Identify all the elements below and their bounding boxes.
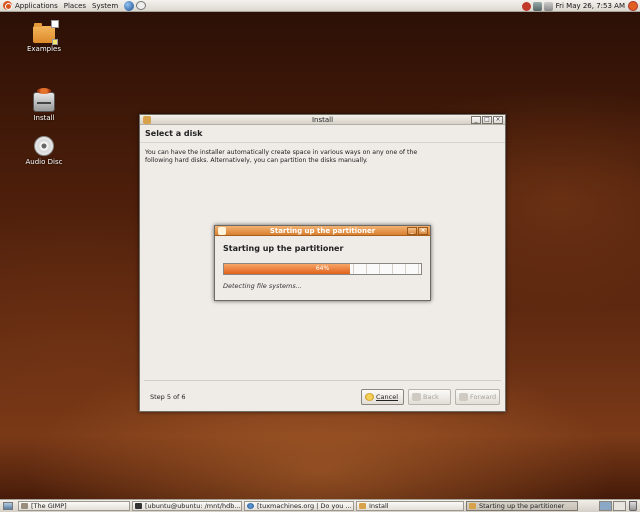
install-icon [359,503,366,509]
install-app-icon [143,116,151,124]
taskbar-item-terminal[interactable]: [ubuntu@ubuntu: /mnt/hdb... [132,501,242,511]
volume-icon[interactable] [543,1,553,11]
browser-icon [247,503,254,509]
trash-icon[interactable] [629,501,637,511]
gimp-icon [21,503,28,509]
desktop-icon-examples[interactable]: Examples [19,20,69,53]
forward-button-label: Forward [470,393,497,401]
dialog-close-button[interactable]: × [418,227,428,235]
terminal-icon [135,503,142,509]
menu-system[interactable]: System [92,2,118,10]
top-panel: Applications Places System Fri May 26, 7… [0,0,640,12]
cancel-button-label: Cancel [376,393,399,401]
update-notifier-icon[interactable] [521,1,531,11]
dialog-app-icon [218,227,226,235]
bottom-panel: [The GIMP] [ubuntu@ubuntu: /mnt/hdb... [… [0,499,640,512]
taskbar-item-label: [The GIMP] [31,502,67,510]
step-indicator: Step 5 of 6 [150,393,186,401]
dialog-titlebar[interactable]: Starting up the partitioner _ × [215,226,430,236]
taskbar-item-label: [tuxmachines.org | Do you ... [257,502,352,510]
back-button[interactable]: Back [408,389,451,405]
taskbar-item-browser[interactable]: [tuxmachines.org | Do you ... [244,501,354,511]
progress-percent-label: 64% [315,265,330,272]
install-window-titlebar[interactable]: Install _ □ × [140,115,505,125]
progress-bar: 64% [223,263,422,275]
desktop-icon-label: Examples [26,45,61,53]
desktop-icon-label: Audio Disc [25,158,63,166]
taskbar-item-label: Install [369,502,389,510]
taskbar-item-partitioner[interactable]: Starting up the partitioner [466,501,578,511]
workspace-2[interactable] [613,501,626,511]
folder-icon [33,20,59,45]
close-button[interactable]: × [493,116,503,124]
email-launcher-icon[interactable] [136,1,147,10]
network-icon[interactable] [532,1,542,11]
desktop-icon-audio-disc[interactable]: Audio Disc [19,136,69,166]
page-heading: Select a disk [140,125,505,143]
power-icon[interactable] [628,1,638,11]
forward-arrow-icon [459,393,468,401]
back-arrow-icon [412,393,421,401]
installer-icon [33,88,55,112]
page-description: You can have the installer automatically… [145,149,418,164]
clock[interactable]: Fri May 26, 7:53 AM [556,2,625,10]
maximize-button[interactable]: □ [482,116,492,124]
web-browser-launcher-icon[interactable] [124,0,135,11]
cancel-button[interactable]: Cancel [361,389,404,405]
audio-disc-icon [34,136,54,156]
workspace-1[interactable] [599,501,612,511]
forward-button[interactable]: Forward [455,389,500,405]
cancel-icon [365,393,374,401]
desktop-icon-install[interactable]: Install [19,88,69,122]
taskbar-item-label: [ubuntu@ubuntu: /mnt/hdb... [145,502,241,510]
taskbar-item-label: Starting up the partitioner [479,502,565,510]
workspace-switcher [598,501,637,511]
minimize-button[interactable]: _ [471,116,481,124]
partitioner-icon [469,503,476,509]
menu-places[interactable]: Places [64,2,86,10]
partitioner-dialog: Starting up the partitioner _ × Starting… [214,225,431,301]
taskbar-item-install[interactable]: Install [356,501,464,511]
back-button-label: Back [423,393,439,401]
system-tray: Fri May 26, 7:53 AM [520,0,638,12]
show-desktop-icon[interactable] [3,502,13,510]
footer-divider [144,380,501,381]
progress-status-text: Detecting file systems... [223,282,302,290]
window-title: Install [311,116,334,124]
dialog-minimize-button[interactable]: _ [407,227,417,235]
ubuntu-logo-icon[interactable] [3,1,12,10]
dialog-window-title: Starting up the partitioner [269,227,376,235]
desktop-icon-label: Install [33,114,55,122]
menu-applications[interactable]: Applications [15,2,58,10]
dialog-heading: Starting up the partitioner [223,244,344,253]
taskbar-item-gimp[interactable]: [The GIMP] [18,501,130,511]
